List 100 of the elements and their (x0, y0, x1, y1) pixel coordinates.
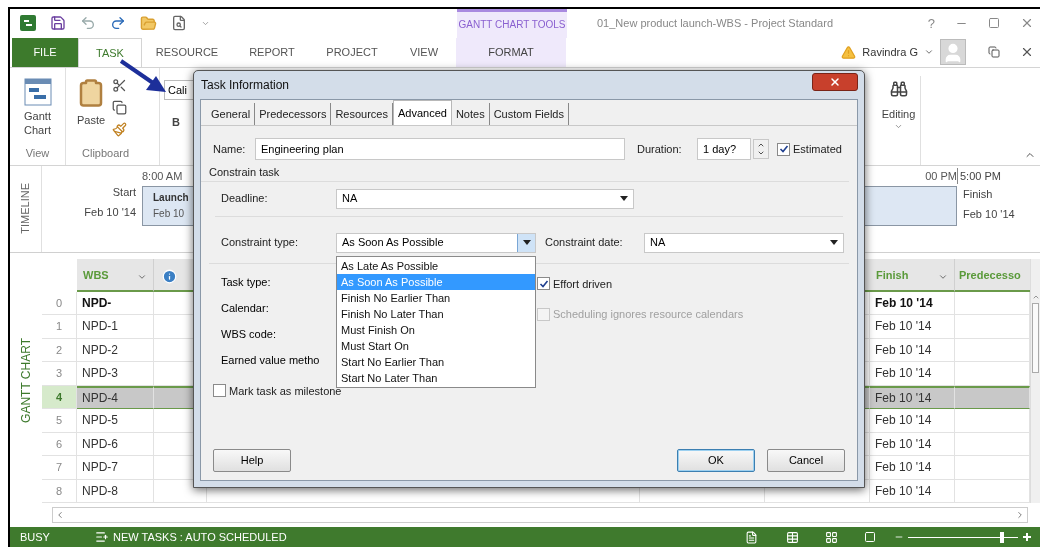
field-label: Constraint type: (221, 235, 300, 251)
editing-button[interactable]: Editing (881, 105, 916, 123)
field-label: WBS code: (221, 326, 277, 342)
ribbon-tab[interactable]: VIEW (392, 37, 456, 67)
name-field[interactable]: Engineering plan (255, 138, 625, 160)
timeline-label: TIMELINE (18, 183, 33, 234)
zoom-in-icon[interactable] (1022, 532, 1032, 543)
dropdown-option[interactable]: As Late As Possible (337, 258, 535, 274)
undo-icon[interactable] (80, 15, 96, 32)
dropdown-option[interactable]: Start No Later Than (337, 370, 535, 386)
option-checkbox[interactable] (537, 277, 550, 291)
app-logo-icon (20, 15, 36, 32)
table-cell: NPD- (77, 291, 154, 316)
dropdown-option[interactable]: Must Finish On (337, 322, 535, 338)
dialog-tab[interactable]: Advanced (393, 100, 452, 125)
horizontal-scrollbar[interactable] (52, 506, 1028, 523)
dropdown-option[interactable]: Finish No Earlier Than (337, 290, 535, 306)
close-icon (829, 76, 841, 88)
zoom-thumb[interactable] (999, 531, 1004, 543)
user-name[interactable]: Ravindra G (862, 44, 918, 61)
arrow-annotation (118, 58, 168, 94)
window-title: 01_New product launch-WBS - Project Standard (597, 16, 833, 32)
folder-icon[interactable] (140, 14, 157, 32)
warning-icon (841, 44, 857, 60)
field-label: Duration: (637, 141, 683, 157)
scroll-thumb[interactable] (1032, 302, 1039, 373)
dialog-tab[interactable]: Predecessors (255, 103, 332, 125)
gantt-chart-button[interactable]: Gantt Chart (17, 108, 58, 137)
help-button[interactable]: ? (927, 13, 935, 34)
vertical-scrollbar[interactable] (1030, 258, 1040, 504)
ribbon-tab[interactable]: PROJECT (312, 37, 392, 67)
dropdown-option[interactable]: Must Start On (337, 338, 535, 354)
table-cell: NPD-2 (77, 338, 154, 363)
dropdown-arrow-icon[interactable] (830, 240, 838, 245)
paste-button[interactable]: Paste (76, 111, 106, 129)
ribbon-tab[interactable]: FILE (12, 37, 78, 67)
gantt-view-icon[interactable] (745, 530, 758, 544)
table-cell: Feb 10 '14 (870, 479, 955, 504)
constraint-type-dropdown[interactable]: As Soon As Possible (336, 232, 536, 253)
dialog-tab[interactable]: General (207, 103, 256, 125)
field-label: Name: (213, 141, 247, 157)
table-cell: Feb 10 '14 (870, 385, 955, 410)
field-label: Earned value metho (221, 352, 320, 368)
cut-icon[interactable] (112, 77, 127, 93)
estimated-checkbox[interactable] (777, 142, 790, 156)
redo-icon[interactable] (110, 15, 126, 32)
start-label: Start (112, 184, 136, 200)
binoculars-icon[interactable] (889, 79, 908, 98)
print-preview-icon[interactable] (171, 15, 187, 32)
table-cell: NPD-1 (77, 315, 154, 339)
ribbon-tab[interactable]: REPORT (232, 37, 312, 67)
deadline-dropdown[interactable]: NA (336, 188, 634, 209)
info-icon[interactable] (162, 268, 177, 284)
dialog-tab[interactable]: Notes (451, 103, 490, 125)
gantt-chart-icon[interactable] (23, 77, 52, 106)
scroll-left-icon[interactable] (55, 509, 65, 520)
table-cell: NPD-5 (77, 409, 154, 433)
duration-field[interactable]: 1 day? (697, 138, 751, 160)
table-cell: Feb 10 '14 (870, 409, 955, 433)
dropdown-arrow-icon[interactable] (522, 240, 531, 245)
spin-down-icon[interactable] (757, 149, 765, 157)
dialog-button[interactable]: Cancel (767, 449, 845, 472)
restore-icon[interactable] (988, 46, 1000, 59)
zoom-slider[interactable] (908, 531, 1018, 544)
save-icon[interactable] (50, 15, 66, 32)
bar-date: Feb 10 (153, 206, 185, 221)
close-button[interactable] (812, 73, 858, 91)
table-cell: Feb 10 '14 (870, 291, 955, 316)
maximize-icon[interactable] (988, 17, 1000, 30)
group-label: View (25, 146, 50, 162)
dropdown-option[interactable]: Start No Earlier Than (337, 354, 535, 370)
dialog-tab[interactable]: Custom Fields (489, 103, 569, 125)
dialog-button[interactable]: OK (677, 449, 755, 472)
bold-button[interactable]: B (172, 113, 194, 131)
time-tick: 8:00 AM (142, 168, 183, 184)
dialog-button[interactable]: Help (213, 449, 291, 472)
milestone-checkbox[interactable] (213, 384, 226, 398)
team-planner-icon[interactable] (825, 530, 838, 544)
ribbon-tab[interactable]: FORMAT (456, 37, 566, 67)
format-painter-icon[interactable] (112, 121, 127, 137)
spin-up-icon[interactable] (757, 141, 765, 149)
report-view-icon[interactable] (864, 531, 876, 544)
scroll-right-icon[interactable] (1015, 509, 1025, 520)
new-tasks-icon[interactable] (95, 530, 109, 545)
task-usage-icon[interactable] (786, 530, 799, 544)
copy-icon[interactable] (112, 99, 127, 115)
dialog-tab[interactable]: Resources (331, 103, 393, 125)
table-cell: Feb 10 '14 (870, 315, 955, 339)
dropdown-arrow-icon[interactable] (620, 196, 628, 201)
checkbox-label: Scheduling ignores resource calendars (553, 307, 744, 322)
ribbon-tab[interactable]: RESOURCE (142, 37, 232, 67)
time-tick: 5:00 PM (957, 167, 1040, 184)
ribbon-tab[interactable]: TASK (78, 37, 142, 67)
dropdown-option[interactable]: Finish No Later Than (337, 306, 535, 322)
row-number[interactable]: 4 (42, 385, 77, 410)
new-tasks-mode[interactable]: NEW TASKS : AUTO SCHEDULED (113, 528, 287, 546)
constraint-date-dropdown[interactable]: NA (644, 232, 844, 253)
spinner-control[interactable] (753, 139, 769, 159)
table-cell: Feb 10 '14 (870, 432, 955, 457)
table-cell: Feb 10 '14 (870, 338, 955, 363)
